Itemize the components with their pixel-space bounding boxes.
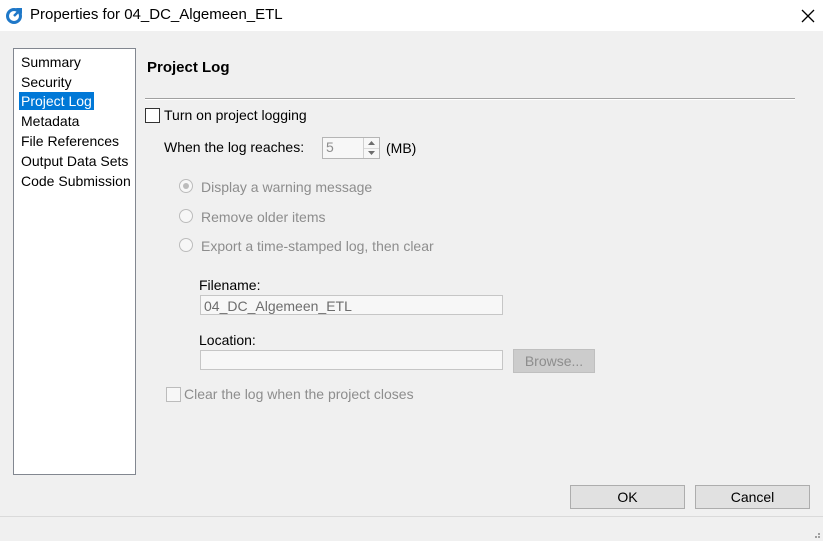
- resize-grip-icon[interactable]: [811, 529, 821, 539]
- app-logo-icon: [6, 6, 24, 24]
- location-field[interactable]: [200, 350, 503, 370]
- title-bar: Properties for 04_DC_Algemeen_ETL: [0, 0, 823, 31]
- filename-label: Filename:: [199, 277, 261, 293]
- cancel-button[interactable]: Cancel: [695, 485, 810, 509]
- nav-item-metadata[interactable]: Metadata: [19, 112, 81, 130]
- window-title: Properties for 04_DC_Algemeen_ETL: [30, 6, 283, 23]
- export-log-radio[interactable]: [179, 238, 193, 252]
- chevron-down-icon: [368, 151, 375, 155]
- nav-item-project-log[interactable]: Project Log: [19, 92, 94, 110]
- category-list[interactable]: Summary Security Project Log Metadata Fi…: [13, 48, 136, 475]
- nav-item-code-submission[interactable]: Code Submission: [19, 172, 133, 190]
- browse-button[interactable]: Browse...: [513, 349, 595, 373]
- log-size-value[interactable]: 5: [326, 139, 334, 155]
- ok-button[interactable]: OK: [570, 485, 685, 509]
- nav-item-summary[interactable]: Summary: [19, 53, 83, 71]
- status-bar: [0, 516, 823, 541]
- display-warning-radio[interactable]: [179, 179, 193, 193]
- export-log-label[interactable]: Export a time-stamped log, then clear: [201, 238, 434, 254]
- close-icon: [801, 9, 815, 22]
- display-warning-label[interactable]: Display a warning message: [201, 179, 372, 195]
- spin-down-button[interactable]: [364, 148, 379, 158]
- close-button[interactable]: [793, 0, 823, 31]
- clear-log-label[interactable]: Clear the log when the project closes: [184, 386, 414, 402]
- chevron-up-icon: [368, 141, 375, 145]
- turn-on-logging-label[interactable]: Turn on project logging: [164, 107, 307, 123]
- location-label: Location:: [199, 332, 256, 348]
- nav-item-file-references[interactable]: File References: [19, 132, 121, 150]
- log-size-unit: (MB): [386, 140, 417, 156]
- log-reaches-label: When the log reaches:: [164, 139, 305, 155]
- section-divider: [145, 98, 795, 100]
- turn-on-logging-checkbox[interactable]: [145, 108, 160, 123]
- remove-older-label[interactable]: Remove older items: [201, 209, 326, 225]
- remove-older-radio[interactable]: [179, 209, 193, 223]
- nav-item-security[interactable]: Security: [19, 73, 74, 91]
- nav-item-output-data-sets[interactable]: Output Data Sets: [19, 152, 130, 170]
- section-title: Project Log: [147, 59, 230, 76]
- log-size-stepper[interactable]: 5: [322, 137, 380, 159]
- filename-field[interactable]: 04_DC_Algemeen_ETL: [200, 295, 503, 315]
- clear-log-checkbox[interactable]: [166, 387, 181, 402]
